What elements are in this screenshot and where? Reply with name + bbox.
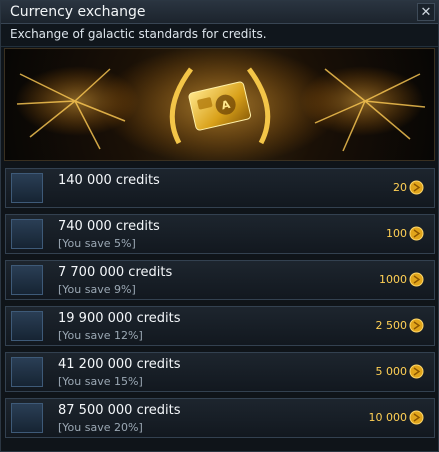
window-title: Currency exchange [10,4,146,20]
offer-price: 10 000 [368,411,408,424]
offer-credits: 140 000 credits [58,173,160,188]
titlebar: Currency exchange ✕ [1,1,438,24]
offer-credits: 41 200 000 credits [58,357,181,372]
galactic-standard-coin-icon [409,226,424,241]
offer-saving: [You save 12%] [58,329,143,342]
window-subtitle: Exchange of galactic standards for credi… [10,27,267,41]
offer-credits: 740 000 credits [58,219,160,234]
offer-saving: [You save 9%] [58,283,136,296]
single-card-pack-icon [11,173,43,203]
offer-row-3[interactable]: 7 700 000 credits [You save 9%] 1000 [5,260,435,300]
close-icon[interactable]: ✕ [417,3,435,21]
right-flare [300,66,424,136]
offer-row-4[interactable]: 19 900 000 credits [You save 12%] 2 500 [5,306,435,346]
currency-banner: A [4,48,435,161]
card-pack-icon [11,219,43,249]
offer-row-5[interactable]: 41 200 000 credits [You save 15%] 5 000 [5,352,435,392]
offer-credits: 7 700 000 credits [58,265,173,280]
subtitle-bar: Exchange of galactic standards for credi… [1,24,438,47]
offer-credits: 87 500 000 credits [58,403,181,418]
galactic-standard-coin-icon [409,180,424,195]
galactic-standard-coin-icon [409,364,424,379]
offer-saving: [You save 20%] [58,421,143,434]
offer-price: 100 [386,227,407,240]
offer-price: 1000 [379,273,407,286]
offer-price: 20 [393,181,407,194]
offer-row-2[interactable]: 740 000 credits [You save 5%] 100 [5,214,435,254]
offer-price: 2 500 [375,319,408,332]
currency-exchange-window: Currency exchange ✕ Exchange of galactic… [0,0,439,452]
double-card-pack-icon [11,311,43,341]
offer-row-1[interactable]: 140 000 credits 20 [5,168,435,208]
offer-saving: [You save 15%] [58,375,143,388]
galactic-standard-coin-icon [409,318,424,333]
banner-artwork: A [15,49,426,160]
offer-list: 140 000 credits 20 740 000 credits [You … [5,168,435,444]
offer-credits: 19 900 000 credits [58,311,181,326]
offer-price: 5 000 [375,365,408,378]
card-pack-icon [11,265,43,295]
card-crate-icon [11,403,43,433]
offer-row-6[interactable]: 87 500 000 credits [You save 20%] 10 000 [5,398,435,438]
offer-saving: [You save 5%] [58,237,136,250]
galactic-standard-coin-icon [409,410,424,425]
triple-card-pack-icon [11,357,43,387]
galactic-standard-coin-icon [409,272,424,287]
